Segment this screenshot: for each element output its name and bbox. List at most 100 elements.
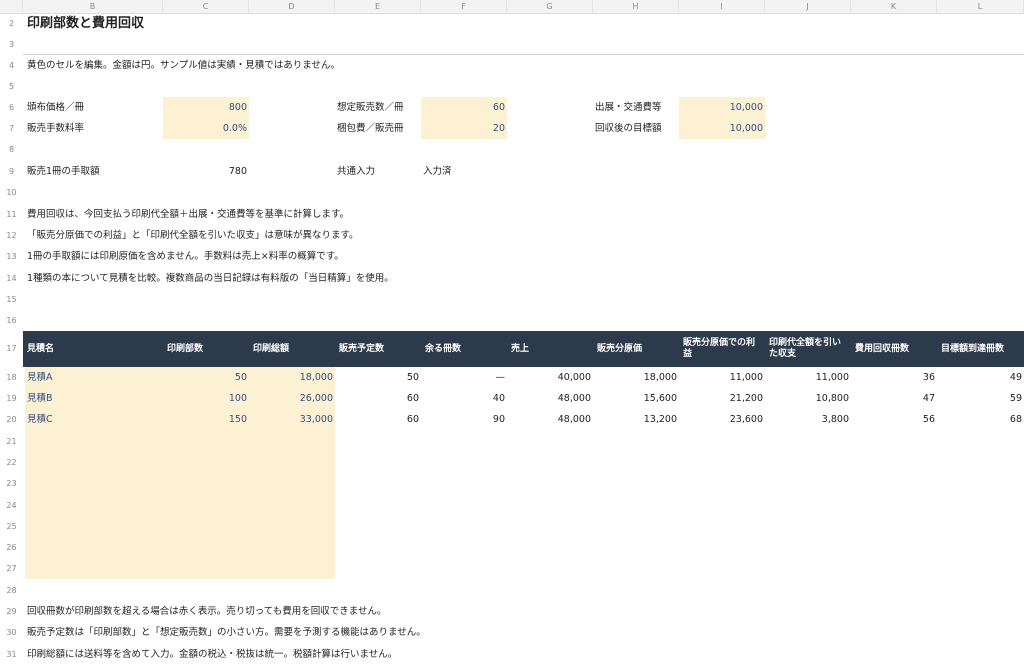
packing-cost-input[interactable]: 20 (421, 118, 507, 139)
row-header-2[interactable]: 2 (0, 13, 23, 34)
row-header-5[interactable]: 5 (0, 76, 23, 97)
column-header-j[interactable]: J (765, 0, 851, 13)
row-header-25[interactable]: 25 (0, 516, 23, 537)
table-cell[interactable]: 見積C (25, 409, 163, 430)
row-header-13[interactable]: 13 (0, 246, 23, 268)
column-header-e[interactable]: E (335, 0, 421, 13)
table-cell[interactable]: 36 (851, 367, 937, 388)
table-cell[interactable]: 56 (851, 409, 937, 430)
row-header-19[interactable]: 19 (0, 388, 23, 409)
column-header-b[interactable]: B (23, 0, 163, 13)
table-cell[interactable]: 100 (163, 388, 249, 409)
common-input-label[interactable]: 共通入力 (335, 161, 421, 182)
column-header-d[interactable]: D (249, 0, 335, 13)
net-per-copy-label[interactable]: 販売1冊の手取額 (25, 161, 163, 182)
row-header-4[interactable]: 4 (0, 55, 23, 76)
row-header-17[interactable]: 17 (0, 331, 23, 367)
travel-cost-input[interactable]: 10,000 (679, 97, 765, 118)
net-per-copy-value[interactable]: 780 (163, 161, 249, 182)
row-header-18[interactable]: 18 (0, 367, 23, 388)
column-header-g[interactable]: G (507, 0, 593, 13)
table-header-cell[interactable]: 費用回収冊数 (853, 331, 935, 367)
table-cell[interactable]: 60 (335, 409, 421, 430)
table-cell[interactable]: 18,000 (593, 367, 679, 388)
table-cell[interactable]: 60 (335, 388, 421, 409)
row-header-22[interactable]: 22 (0, 452, 23, 473)
column-header-c[interactable]: C (163, 0, 249, 13)
row-header-15[interactable]: 15 (0, 289, 23, 310)
table-header-cell[interactable]: 印刷部数 (165, 331, 247, 367)
table-header-cell[interactable]: 販売分原価 (595, 331, 677, 367)
row-header-14[interactable]: 14 (0, 268, 23, 289)
row-header-20[interactable]: 20 (0, 409, 23, 431)
price-label[interactable]: 頒布価格／冊 (25, 97, 163, 118)
fee-rate-label[interactable]: 販売手数料率 (25, 118, 163, 139)
table-cell[interactable]: 23,600 (679, 409, 765, 430)
column-header-f[interactable]: F (421, 0, 507, 13)
table-cell[interactable]: 150 (163, 409, 249, 430)
note-top[interactable]: 黄色のセルを編集。金額は円。サンプル値は実績・見積ではありません。 (25, 55, 525, 76)
table-header-cell[interactable]: 余る冊数 (423, 331, 505, 367)
expected-sales-label[interactable]: 想定販売数／冊 (335, 97, 421, 118)
table-cell[interactable]: 59 (937, 388, 1024, 409)
select-all-corner[interactable] (0, 0, 23, 13)
target-amount-input[interactable]: 10,000 (679, 118, 765, 139)
row-header-11[interactable]: 11 (0, 204, 23, 225)
table-cell[interactable]: 11,000 (765, 367, 851, 388)
travel-cost-label[interactable]: 出展・交通費等 (593, 97, 679, 118)
table-cell[interactable]: 15,600 (593, 388, 679, 409)
note-bottom-1[interactable]: 回収冊数が印刷部数を超える場合は赤く表示。売り切っても費用を回収できません。 (25, 601, 825, 622)
note-mid-4[interactable]: 1種類の本について見積を比較。複数商品の当日記録は有料版の「当日精算」を使用。 (25, 268, 725, 289)
table-cell[interactable]: 48,000 (507, 388, 593, 409)
table-cell[interactable]: 3,800 (765, 409, 851, 430)
table-cell[interactable]: 見積A (25, 367, 163, 388)
row-header-10[interactable]: 10 (0, 182, 23, 204)
column-header-l[interactable]: L (937, 0, 1024, 13)
packing-cost-label[interactable]: 梱包費／販売冊 (335, 118, 421, 139)
column-header-h[interactable]: H (593, 0, 679, 13)
table-cell[interactable]: 90 (421, 409, 507, 430)
price-input[interactable]: 800 (163, 97, 249, 118)
table-cell[interactable]: 50 (163, 367, 249, 388)
note-mid-1[interactable]: 費用回収は、今回支払う印刷代全額＋出展・交通費等を基準に計算します。 (25, 204, 725, 225)
row-header-12[interactable]: 12 (0, 225, 23, 246)
row-header-31[interactable]: 31 (0, 644, 23, 665)
table-cell[interactable]: — (421, 367, 507, 388)
row-header-27[interactable]: 27 (0, 558, 23, 580)
table-cell[interactable]: 40 (421, 388, 507, 409)
table-header-cell[interactable]: 売上 (509, 331, 591, 367)
note-mid-2[interactable]: 「販売分原価での利益」と「印刷代全額を引いた収支」は意味が異なります。 (25, 225, 725, 246)
table-header-cell[interactable]: 見積名 (25, 331, 161, 367)
row-header-26[interactable]: 26 (0, 537, 23, 558)
row-header-3[interactable]: 3 (0, 34, 23, 55)
row-header-8[interactable]: 8 (0, 139, 23, 161)
table-header-cell[interactable]: 販売分原価での利益 (681, 331, 763, 367)
expected-sales-input[interactable]: 60 (421, 97, 507, 118)
row-header-21[interactable]: 21 (0, 431, 23, 452)
table-cell[interactable]: 33,000 (249, 409, 335, 430)
column-header-i[interactable]: I (679, 0, 765, 13)
table-cell[interactable]: 18,000 (249, 367, 335, 388)
note-bottom-3[interactable]: 印刷総額には送料等を含めて入力。金額の税込・税抜は統一。税額計算は行いません。 (25, 644, 825, 665)
row-header-23[interactable]: 23 (0, 473, 23, 495)
table-cell[interactable]: 26,000 (249, 388, 335, 409)
table-cell[interactable]: 68 (937, 409, 1024, 430)
row-header-28[interactable]: 28 (0, 580, 23, 601)
table-cell[interactable]: 47 (851, 388, 937, 409)
table-header-cell[interactable]: 販売予定数 (337, 331, 419, 367)
target-amount-label[interactable]: 回収後の目標額 (593, 118, 679, 139)
table-header-cell[interactable]: 印刷総額 (251, 331, 333, 367)
note-mid-3[interactable]: 1冊の手取額には印刷原価を含めません。手数料は売上×料率の概算です。 (25, 246, 725, 267)
table-cell[interactable]: 49 (937, 367, 1024, 388)
table-header-cell[interactable]: 目標額到達冊数 (939, 331, 1022, 367)
table-cell[interactable]: 見積B (25, 388, 163, 409)
row-header-6[interactable]: 6 (0, 97, 23, 118)
table-cell[interactable]: 10,800 (765, 388, 851, 409)
row-header-9[interactable]: 9 (0, 161, 23, 182)
table-header-cell[interactable]: 印刷代全額を引いた収支 (767, 331, 849, 367)
note-bottom-2[interactable]: 販売予定数は「印刷部数」と「想定販売数」の小さい方。需要を予測する機能はありませ… (25, 622, 825, 643)
table-cell[interactable]: 40,000 (507, 367, 593, 388)
page-title[interactable]: 印刷部数と費用回収 (25, 13, 325, 34)
table-cell[interactable]: 11,000 (679, 367, 765, 388)
row-header-7[interactable]: 7 (0, 118, 23, 139)
